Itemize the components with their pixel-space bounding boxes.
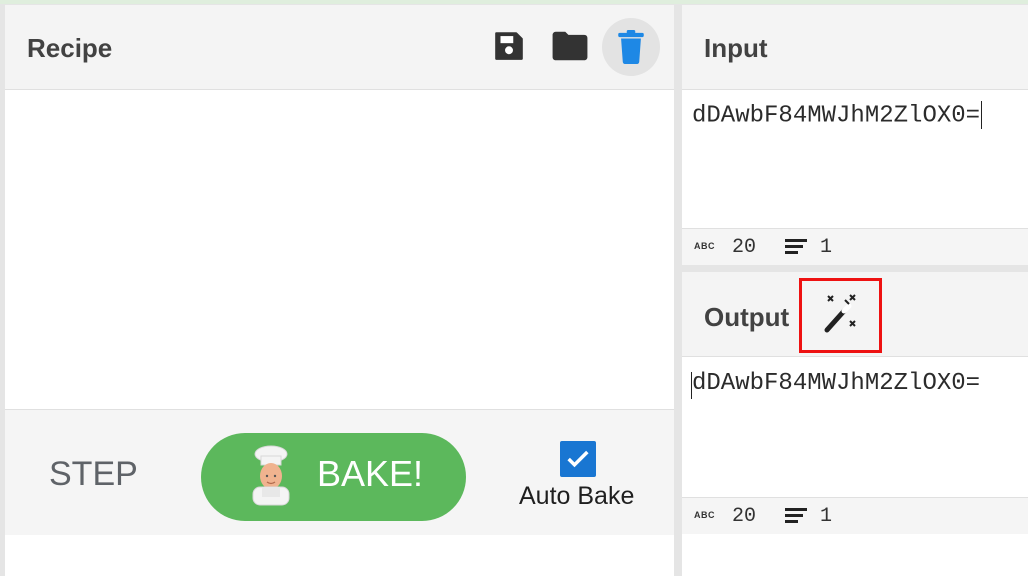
top-divider: [0, 0, 1028, 4]
output-title: Output: [704, 302, 790, 332]
recipe-title: Recipe: [27, 33, 113, 63]
check-icon: [567, 450, 589, 468]
lines-icon: [785, 239, 807, 254]
character-count-icon: ABC: [694, 241, 715, 251]
step-button[interactable]: STEP: [49, 455, 138, 494]
save-icon: [495, 32, 523, 60]
output-text: dDAwbF84MWJhM2ZlOX0=: [692, 370, 981, 397]
input-panel: Input dDAwbF84MWJhM2ZlOX0= ABC 20 1: [682, 5, 1028, 265]
output-status-bar: ABC 20 1: [682, 497, 1028, 534]
output-text-cursor: [691, 372, 692, 399]
magic-button[interactable]: [820, 293, 862, 335]
output-character-count-icon: ABC: [694, 510, 715, 520]
bake-label: BAKE!: [317, 453, 424, 494]
text-cursor: [981, 101, 983, 129]
recipe-controls: STEP BAKE! Auto Bake: [5, 409, 674, 535]
magic-wand-icon: [824, 294, 856, 333]
input-title: Input: [704, 33, 768, 63]
bake-button[interactable]: BAKE!: [201, 433, 466, 521]
recipe-header: Recipe: [5, 5, 674, 90]
load-recipe-button[interactable]: [549, 25, 591, 67]
trash-icon: [618, 30, 644, 64]
output-panel: Output dDAwbF84MWJhM2ZlOX0= ABC 20 1: [682, 272, 1028, 576]
recipe-drop-area[interactable]: [5, 90, 674, 409]
clear-recipe-button[interactable]: [602, 18, 660, 76]
input-status-bar: ABC 20 1: [682, 228, 1028, 265]
auto-bake-checkbox[interactable]: [560, 441, 596, 477]
folder-icon: [552, 31, 588, 61]
output-header: Output: [682, 272, 1028, 357]
output-line-count: 1: [820, 505, 833, 528]
save-recipe-button[interactable]: [488, 25, 530, 67]
magic-highlight: [799, 278, 882, 353]
output-textarea[interactable]: dDAwbF84MWJhM2ZlOX0=: [691, 370, 981, 399]
auto-bake-label: Auto Bake: [519, 482, 635, 510]
auto-bake-toggle[interactable]: Auto Bake: [517, 438, 641, 510]
input-line-count: 1: [820, 236, 833, 259]
recipe-panel: Recipe STEP BAKE! Auto Bake: [5, 5, 674, 576]
input-character-count: 20: [732, 236, 757, 259]
input-header: Input: [682, 5, 1028, 90]
chef-icon: [252, 445, 290, 506]
lines-icon: [785, 508, 807, 523]
input-text: dDAwbF84MWJhM2ZlOX0=: [692, 102, 981, 130]
input-textarea[interactable]: dDAwbF84MWJhM2ZlOX0=: [692, 101, 983, 130]
output-character-count: 20: [732, 505, 757, 528]
